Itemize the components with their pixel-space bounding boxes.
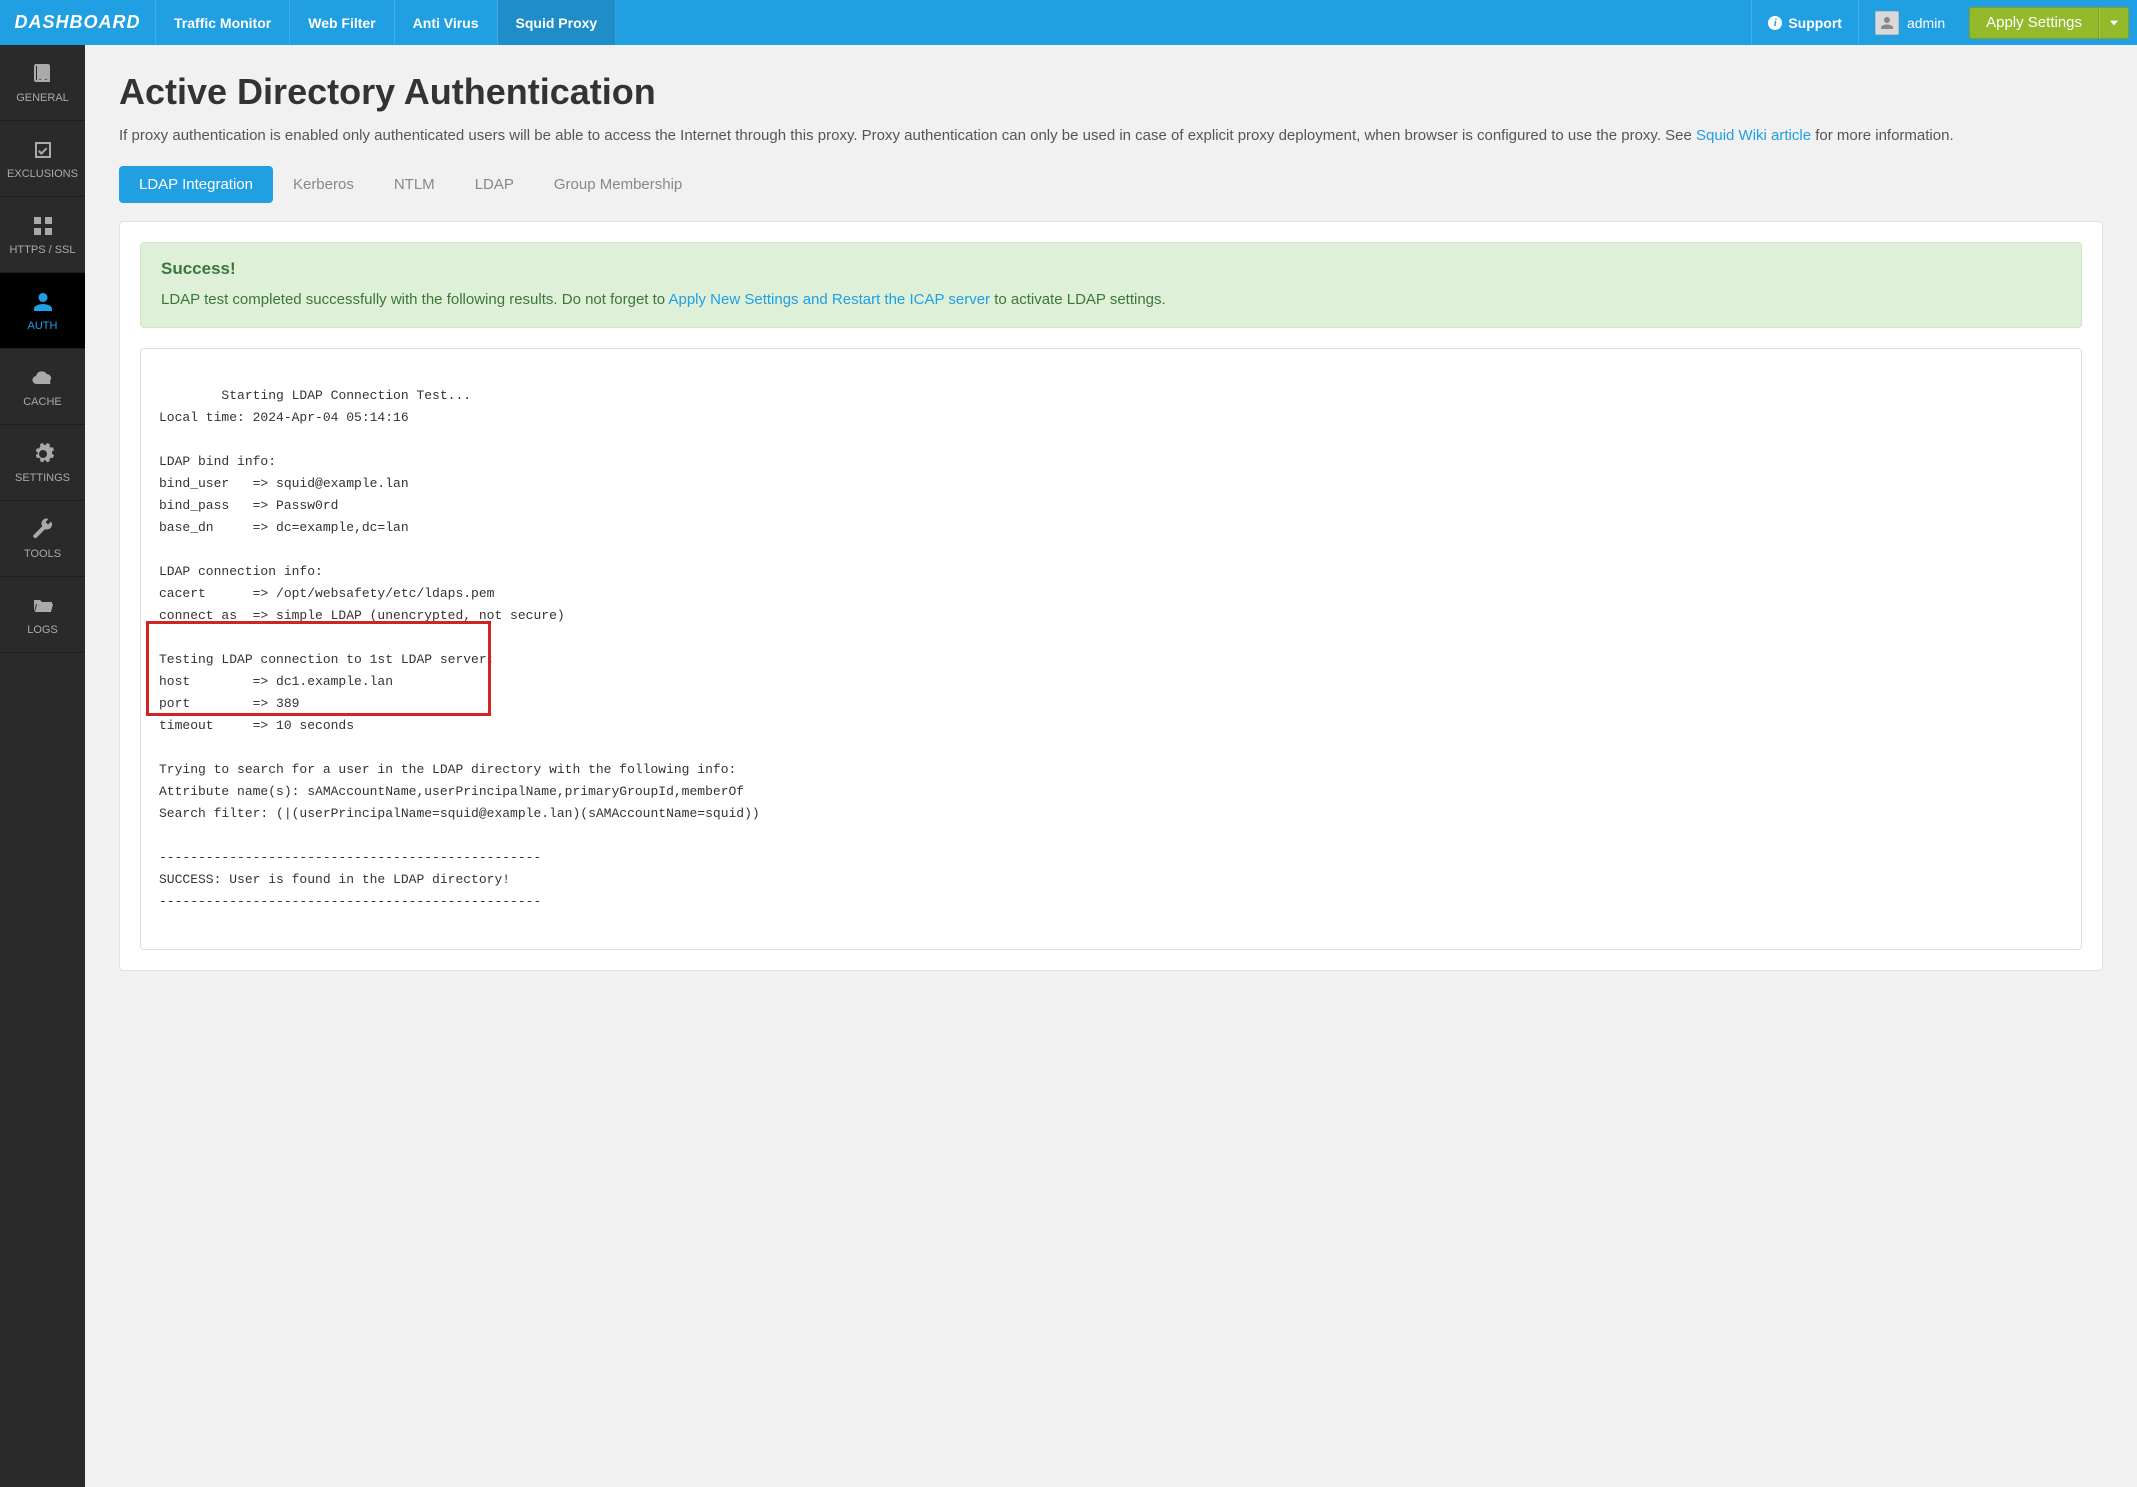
sidebar-label: GENERAL <box>16 92 69 104</box>
sidebar-item-auth[interactable]: AUTH <box>0 273 85 349</box>
sub-tab-ldap[interactable]: LDAP <box>455 166 534 203</box>
top-tab-web-filter[interactable]: Web Filter <box>290 0 394 45</box>
sidebar-label: AUTH <box>28 320 58 332</box>
log-output: Starting LDAP Connection Test... Local t… <box>140 348 2082 950</box>
sub-tab-group-membership[interactable]: Group Membership <box>534 166 702 203</box>
sub-tab-kerberos[interactable]: Kerberos <box>273 166 374 203</box>
apply-settings-group: Apply Settings <box>1961 7 2137 39</box>
sidebar-item-cache[interactable]: CACHE <box>0 349 85 425</box>
username-label: admin <box>1907 15 1945 31</box>
sub-tab-ntlm[interactable]: NTLM <box>374 166 455 203</box>
success-alert: Success! LDAP test completed successfull… <box>140 242 2082 329</box>
sidebar-label: SETTINGS <box>15 472 70 484</box>
sidebar-label: HTTPS / SSL <box>9 244 75 256</box>
user-menu[interactable]: admin <box>1858 0 1961 45</box>
folder-open-icon <box>31 594 55 618</box>
info-icon: i <box>1768 16 1782 30</box>
log-text: Starting LDAP Connection Test... Local t… <box>159 388 760 909</box>
top-tab-anti-virus[interactable]: Anti Virus <box>395 0 498 45</box>
page-title: Active Directory Authentication <box>119 71 2103 113</box>
sidebar-item-exclusions[interactable]: EXCLUSIONS <box>0 121 85 197</box>
apply-settings-caret[interactable] <box>2099 7 2129 39</box>
content-area: Active Directory Authentication If proxy… <box>85 45 2137 1487</box>
gear-icon <box>31 442 55 466</box>
main-panel: Success! LDAP test completed successfull… <box>119 221 2103 972</box>
support-link[interactable]: i Support <box>1751 0 1858 45</box>
top-tab-traffic-monitor[interactable]: Traffic Monitor <box>156 0 290 45</box>
top-tab-squid-proxy[interactable]: Squid Proxy <box>498 0 617 45</box>
wiki-link[interactable]: Squid Wiki article <box>1696 127 1811 144</box>
alert-body: LDAP test completed successfully with th… <box>161 289 2061 312</box>
wrench-icon <box>31 518 55 542</box>
sub-tabs: LDAP IntegrationKerberosNTLMLDAPGroup Me… <box>119 166 2103 203</box>
chevron-down-icon <box>2110 19 2118 27</box>
user-icon <box>31 290 55 314</box>
page-description: If proxy authentication is enabled only … <box>119 125 2103 148</box>
apply-restart-link[interactable]: Apply New Settings and Restart the ICAP … <box>668 291 990 308</box>
alert-title: Success! <box>161 259 2061 279</box>
check-square-icon <box>31 138 55 162</box>
topbar: DASHBOARD Traffic MonitorWeb FilterAnti … <box>0 0 2137 45</box>
grid-icon <box>31 214 55 238</box>
book-icon <box>31 62 55 86</box>
sidebar-item-https-ssl[interactable]: HTTPS / SSL <box>0 197 85 273</box>
sidebar-label: EXCLUSIONS <box>7 168 78 180</box>
sidebar-label: LOGS <box>27 624 58 636</box>
sidebar-item-general[interactable]: GENERAL <box>0 45 85 121</box>
sidebar: GENERAL EXCLUSIONS HTTPS / SSL AUTH CACHE SET… <box>0 45 85 1487</box>
avatar-icon <box>1875 11 1899 35</box>
top-right: i Support admin Apply Settings <box>1751 0 2137 45</box>
sidebar-label: TOOLS <box>24 548 61 560</box>
cloud-download-icon <box>31 366 55 390</box>
sub-tab-ldap-integration[interactable]: LDAP Integration <box>119 166 273 203</box>
support-label: Support <box>1788 15 1842 31</box>
sidebar-label: CACHE <box>23 396 62 408</box>
sidebar-item-settings[interactable]: SETTINGS <box>0 425 85 501</box>
sidebar-item-logs[interactable]: LOGS <box>0 577 85 653</box>
sidebar-item-tools[interactable]: TOOLS <box>0 501 85 577</box>
apply-settings-button[interactable]: Apply Settings <box>1969 7 2099 39</box>
top-tabs: Traffic MonitorWeb FilterAnti VirusSquid… <box>156 0 616 45</box>
logo[interactable]: DASHBOARD <box>0 0 156 45</box>
